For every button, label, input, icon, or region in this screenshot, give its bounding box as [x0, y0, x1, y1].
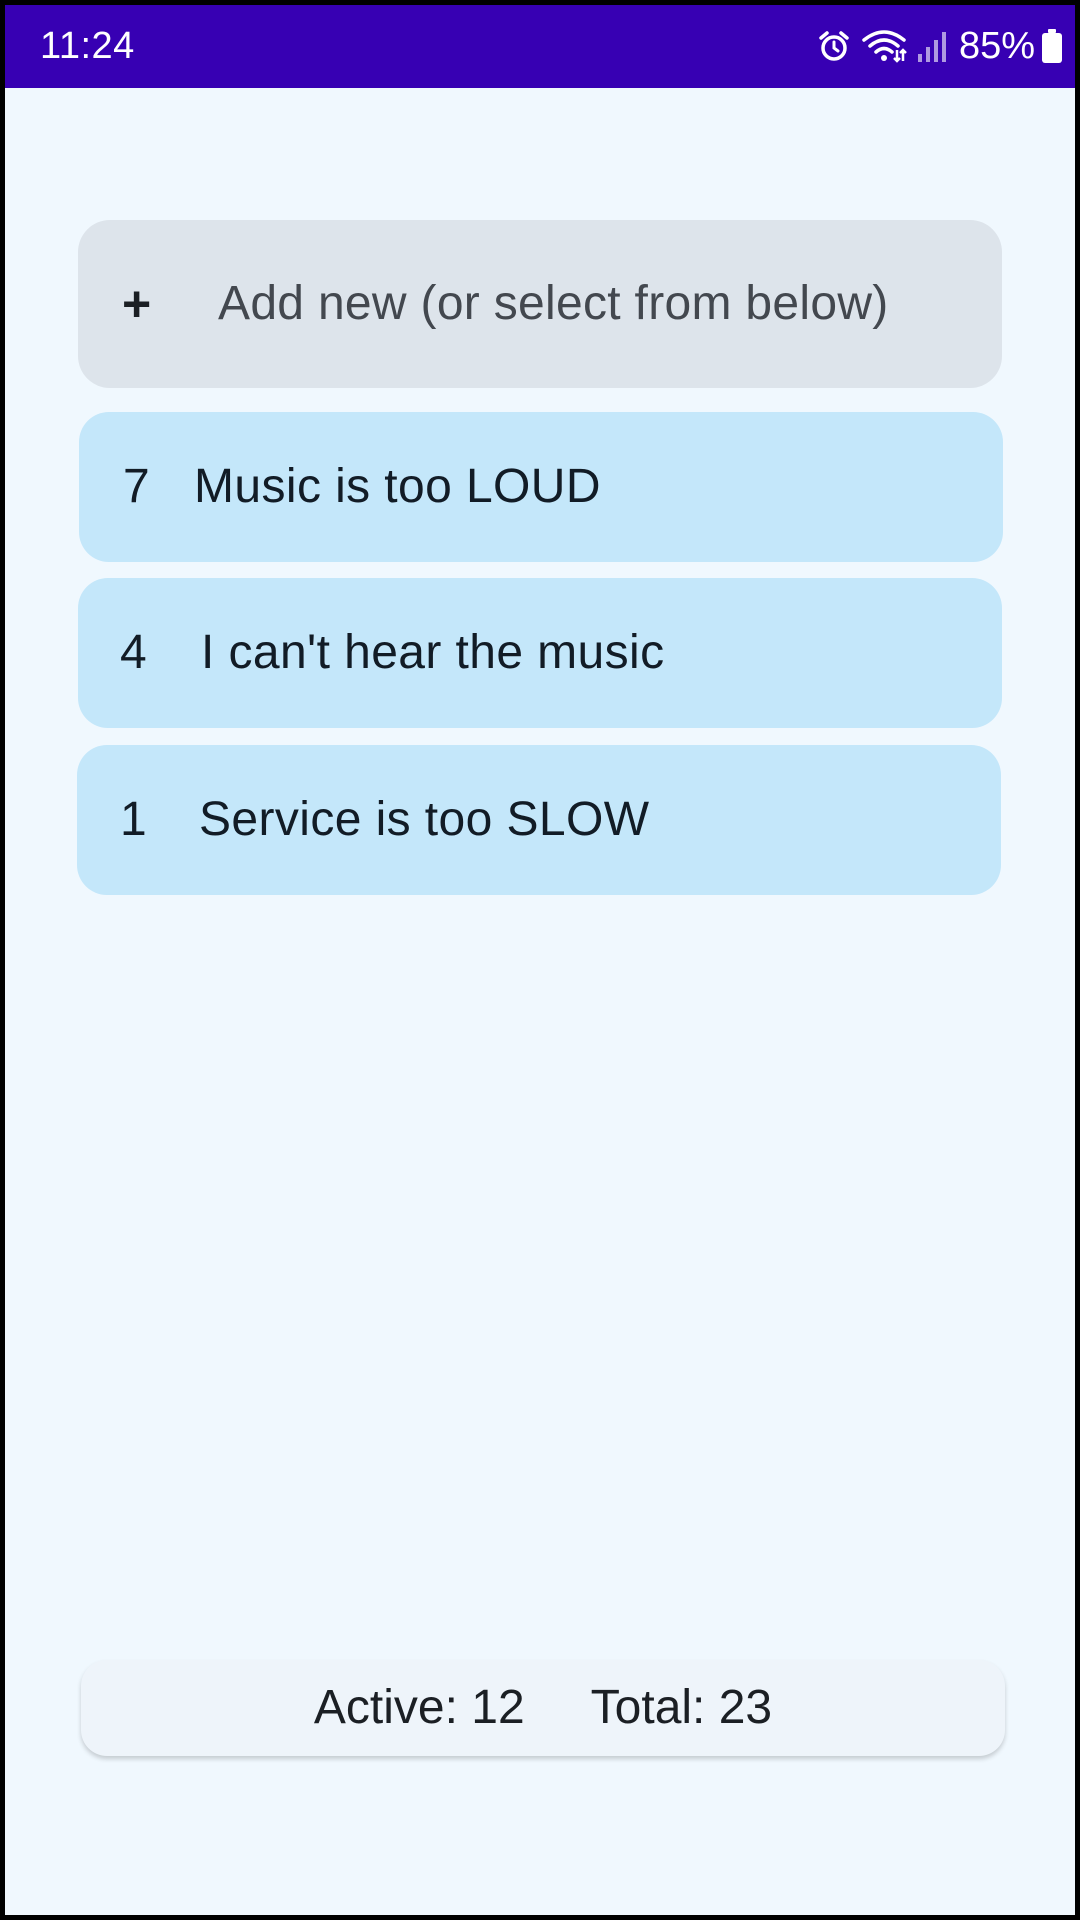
- status-icons: 85%: [807, 21, 1063, 71]
- item-count: 1: [120, 793, 147, 846]
- status-bar: 11:24 85%: [5, 5, 1075, 88]
- plus-icon: +: [122, 276, 152, 332]
- alarm-icon: [817, 29, 851, 63]
- battery-icon: [1041, 29, 1063, 63]
- battery-percent: 85%: [958, 25, 1035, 67]
- status-time: 11:24: [40, 25, 135, 67]
- wifi-icon: [861, 28, 907, 64]
- stats-bar: Active: 12 Total: 23: [81, 1660, 1005, 1756]
- item-label: I can't hear the music: [201, 626, 665, 679]
- list-item-service-slow[interactable]: 1 Service is too SLOW: [77, 745, 1001, 895]
- item-count: 7: [123, 460, 150, 513]
- item-label: Music is too LOUD: [194, 460, 601, 513]
- item-count: 4: [120, 626, 147, 679]
- item-label: Service is too SLOW: [199, 793, 650, 846]
- total-count: Total: 23: [590, 1681, 773, 1734]
- app-screen: 11:24 85% + Add new (or select from belo…: [5, 5, 1075, 1915]
- add-new-button[interactable]: + Add new (or select from below): [78, 220, 1002, 388]
- list-item-cant-hear-music[interactable]: 4 I can't hear the music: [78, 578, 1002, 728]
- active-count: Active: 12: [313, 1681, 525, 1734]
- add-new-label: Add new (or select from below): [218, 277, 889, 330]
- list-item-music-loud[interactable]: 7 Music is too LOUD: [79, 412, 1003, 562]
- signal-icon: [917, 30, 947, 62]
